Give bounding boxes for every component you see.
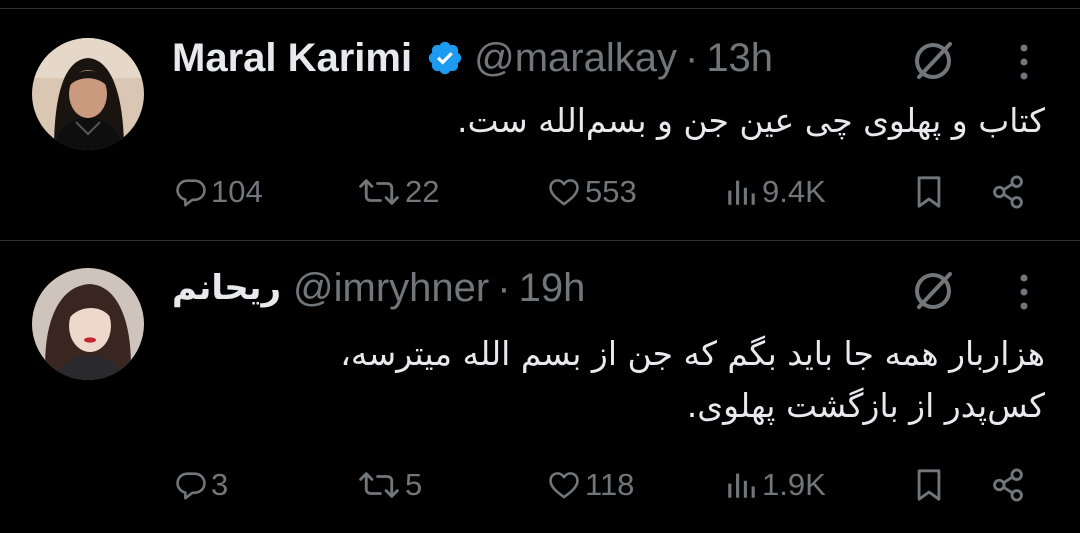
tweet-text-line: کتاب و پهلوی چی عین جن و بسم‌الله ست.: [457, 101, 1045, 140]
reply-icon: [176, 179, 206, 207]
avatar-image-imryhner: [32, 268, 144, 380]
avatar[interactable]: [32, 38, 144, 150]
grok-icon[interactable]: [910, 36, 958, 84]
share-button[interactable]: [988, 460, 1028, 510]
avatar[interactable]: [32, 268, 144, 380]
author-name[interactable]: ریحانم: [172, 268, 281, 308]
tweet-actions: 104 22 553 9.4K: [0, 167, 1080, 217]
share-icon: [993, 468, 1023, 502]
tweet-header: ریحانم @imryhner · 19h: [172, 263, 585, 313]
author-handle[interactable]: @maralkay: [474, 36, 677, 81]
reply-count: 104: [211, 174, 263, 209]
tweet-text-line: هزاربار همه جا باید بگم که جن از بسم الل…: [340, 334, 1045, 373]
author-name[interactable]: Maral Karimi: [172, 36, 412, 81]
grok-icon[interactable]: [910, 266, 958, 314]
tweet-text: کتاب و پهلوی چی عین جن و بسم‌الله ست.: [457, 95, 1045, 147]
bookmark-icon: [917, 176, 941, 208]
like-count: 118: [585, 467, 635, 502]
separator-dot: ·: [684, 35, 699, 80]
reply-count: 3: [211, 467, 229, 502]
share-button[interactable]: [988, 167, 1028, 217]
tweet-time[interactable]: 19h: [519, 266, 586, 311]
more-vertical-icon[interactable]: [1016, 42, 1032, 82]
bookmark-icon: [917, 469, 941, 501]
avatar-image-maral: [32, 38, 144, 150]
views-bars-icon: [728, 473, 755, 498]
heart-icon: [549, 472, 579, 499]
tweet-text-line: کس‌پدر از بازگشت پهلوی.: [686, 386, 1045, 425]
separator-dot: ·: [497, 265, 511, 310]
like-count: 553: [585, 174, 637, 209]
repost-button[interactable]: 22: [356, 167, 439, 217]
views-count: 9.4K: [762, 174, 826, 209]
timeline: Maral Karimi @maralkay · 13h کتاب و پهلو…: [0, 0, 1080, 533]
like-button[interactable]: 553: [546, 167, 637, 217]
more-vertical-icon[interactable]: [1016, 272, 1032, 312]
like-button[interactable]: 118: [546, 460, 634, 510]
share-icon: [993, 175, 1023, 209]
reply-icon: [176, 472, 206, 500]
repost-icon: [359, 472, 399, 498]
views-count: 1.9K: [762, 467, 826, 502]
repost-count: 22: [405, 174, 440, 209]
views-bars-icon: [728, 180, 755, 205]
verified-badge-icon: [426, 39, 464, 77]
repost-icon: [359, 179, 399, 205]
author-handle[interactable]: @imryhner: [293, 266, 489, 311]
bookmark-button[interactable]: [912, 460, 946, 510]
heart-icon: [549, 179, 579, 206]
bookmark-button[interactable]: [912, 167, 946, 217]
views-button[interactable]: 9.4K: [723, 167, 826, 217]
reply-button[interactable]: 104: [174, 167, 263, 217]
tweet-imryhner[interactable]: ریحانم @imryhner · 19h هزاربار همه جا با…: [0, 241, 1080, 533]
views-button[interactable]: 1.9K: [723, 460, 826, 510]
tweet-actions: 3 5 118 1.9K: [0, 460, 1080, 510]
tweet-time[interactable]: 13h: [706, 36, 773, 81]
repost-count: 5: [405, 467, 423, 502]
repost-button[interactable]: 5: [356, 460, 422, 510]
reply-button[interactable]: 3: [174, 460, 228, 510]
tweet-text: هزاربار همه جا باید بگم که جن از بسم الل…: [340, 328, 1045, 432]
tweet-header: Maral Karimi @maralkay · 13h: [172, 33, 773, 83]
tweet-maral-karimi[interactable]: Maral Karimi @maralkay · 13h کتاب و پهلو…: [0, 0, 1080, 240]
